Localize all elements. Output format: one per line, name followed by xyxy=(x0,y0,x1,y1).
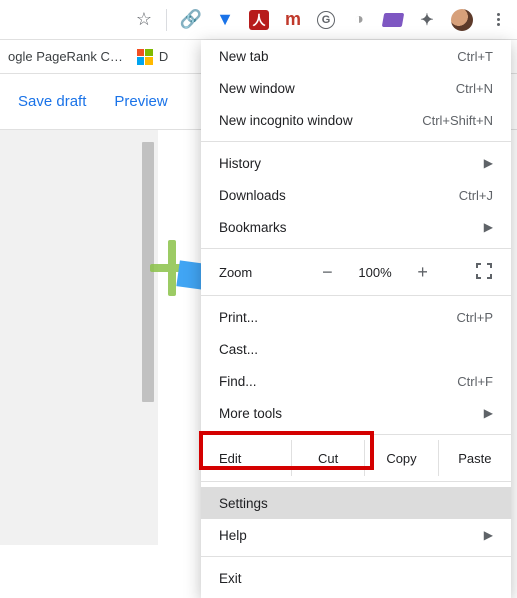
menu-label: Cast... xyxy=(219,342,258,357)
zoom-value: 100% xyxy=(358,265,391,280)
menu-exit[interactable]: Exit xyxy=(201,562,511,594)
chevron-right-icon: ▶ xyxy=(484,406,493,420)
preview-link[interactable]: Preview xyxy=(114,93,167,110)
chevron-right-icon: ▶ xyxy=(484,528,493,542)
extension-shield-icon[interactable]: ▼ xyxy=(215,10,235,30)
menu-label: Edit xyxy=(201,440,291,476)
menu-label: Find... xyxy=(219,374,257,389)
menu-zoom-row: Zoom − 100% + xyxy=(201,254,511,290)
menu-label: Downloads xyxy=(219,188,286,203)
bookmark-label: ogle PageRank C… xyxy=(8,49,123,64)
scrollbar-track[interactable] xyxy=(140,142,156,533)
menu-label: Exit xyxy=(219,571,242,586)
menu-bookmarks[interactable]: Bookmarks ▶ xyxy=(201,211,511,243)
menu-label: New incognito window xyxy=(219,113,353,128)
menu-separator xyxy=(201,481,511,482)
chevron-right-icon: ▶ xyxy=(484,156,493,170)
profile-avatar[interactable] xyxy=(451,9,473,31)
menu-separator xyxy=(201,556,511,557)
bookmark-star-icon[interactable]: ☆ xyxy=(136,9,152,30)
bookmark-label: D xyxy=(159,49,168,64)
menu-shortcut: Ctrl+P xyxy=(457,310,493,325)
extension-circle-icon[interactable]: ◑ xyxy=(349,10,369,30)
menu-edit-row: Edit Cut Copy Paste xyxy=(201,440,511,476)
menu-label: Bookmarks xyxy=(219,220,287,235)
extension-link-icon[interactable]: 🔗 xyxy=(181,10,201,30)
menu-more-tools[interactable]: More tools ▶ xyxy=(201,397,511,429)
menu-copy[interactable]: Copy xyxy=(364,440,437,476)
menu-help[interactable]: Help ▶ xyxy=(201,519,511,551)
menu-label: Print... xyxy=(219,310,258,325)
menu-separator xyxy=(201,141,511,142)
menu-cut[interactable]: Cut xyxy=(291,440,364,476)
menu-shortcut: Ctrl+Shift+N xyxy=(422,113,493,128)
menu-downloads[interactable]: Downloads Ctrl+J xyxy=(201,179,511,211)
chevron-right-icon: ▶ xyxy=(484,220,493,234)
toolbar-separator xyxy=(166,9,167,31)
bookmark-item-pagerank[interactable]: ogle PageRank C… xyxy=(8,49,123,64)
menu-separator xyxy=(201,295,511,296)
customize-menu-button[interactable] xyxy=(487,9,509,31)
scrollbar-thumb[interactable] xyxy=(142,142,154,402)
menu-label: Zoom xyxy=(219,265,289,280)
extension-adobe-icon[interactable]: 人 xyxy=(249,10,269,30)
menu-cast[interactable]: Cast... xyxy=(201,333,511,365)
menu-label: Settings xyxy=(219,496,268,511)
fullscreen-icon[interactable] xyxy=(475,262,493,283)
browser-toolbar: ☆ 🔗 ▼ 人 m G ◑ ✦ xyxy=(0,0,517,40)
extension-check-icon[interactable] xyxy=(382,13,404,27)
bookmark-item-d[interactable]: D xyxy=(137,49,168,65)
menu-history[interactable]: History ▶ xyxy=(201,147,511,179)
menu-shortcut: Ctrl+F xyxy=(457,374,493,389)
menu-new-window[interactable]: New window Ctrl+N xyxy=(201,72,511,104)
menu-new-tab[interactable]: New tab Ctrl+T xyxy=(201,40,511,72)
extension-grammarly-icon[interactable]: G xyxy=(317,11,335,29)
menu-incognito[interactable]: New incognito window Ctrl+Shift+N xyxy=(201,104,511,136)
menu-label: New tab xyxy=(219,49,269,64)
menu-label: Help xyxy=(219,528,247,543)
chrome-main-menu: New tab Ctrl+T New window Ctrl+N New inc… xyxy=(201,40,511,598)
menu-shortcut: Ctrl+T xyxy=(457,49,493,64)
menu-label: History xyxy=(219,156,261,171)
menu-shortcut: Ctrl+J xyxy=(459,188,493,203)
menu-shortcut: Ctrl+N xyxy=(456,81,493,96)
extension-m-icon[interactable]: m xyxy=(283,10,303,30)
menu-find[interactable]: Find... Ctrl+F xyxy=(201,365,511,397)
zoom-out-button[interactable]: − xyxy=(318,262,336,283)
menu-print[interactable]: Print... Ctrl+P xyxy=(201,301,511,333)
menu-label: New window xyxy=(219,81,295,96)
menu-separator xyxy=(201,248,511,249)
extensions-puzzle-icon[interactable]: ✦ xyxy=(417,10,437,30)
menu-label: More tools xyxy=(219,406,282,421)
menu-paste[interactable]: Paste xyxy=(438,440,511,476)
microsoft-logo-icon xyxy=(137,49,153,65)
menu-separator xyxy=(201,434,511,435)
zoom-in-button[interactable]: + xyxy=(414,262,432,283)
menu-settings[interactable]: Settings xyxy=(201,487,511,519)
save-draft-link[interactable]: Save draft xyxy=(18,93,86,110)
